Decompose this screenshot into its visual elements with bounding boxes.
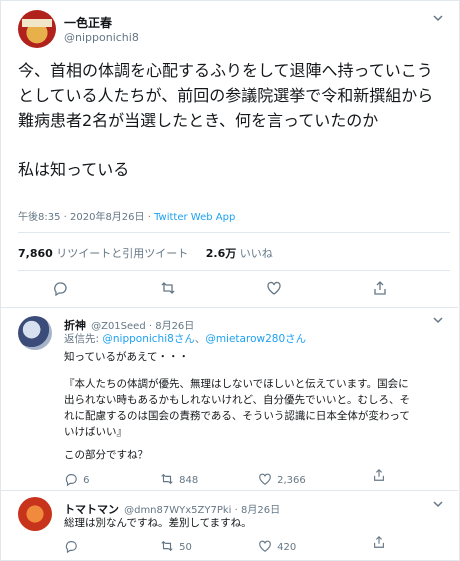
chevron-down-icon[interactable] bbox=[432, 12, 444, 24]
share-icon bbox=[374, 468, 384, 481]
divider bbox=[0, 490, 458, 491]
retweet-icon bbox=[161, 473, 173, 484]
retweet-button[interactable]: 50 bbox=[160, 535, 192, 554]
retweet-button[interactable]: 848 bbox=[160, 468, 198, 487]
client-app-link[interactable]: Twitter Web App bbox=[154, 212, 235, 223]
quote-line: 『本人たちの体調が優先、無理はしないでほしいと伝えています。国会に bbox=[64, 378, 409, 390]
timestamp[interactable]: 午後8:35 · 2020年8月26日 · bbox=[18, 212, 154, 223]
reply-avatar[interactable] bbox=[18, 497, 52, 531]
retweets-count: 7,860 bbox=[18, 247, 53, 260]
author-name[interactable]: 一色正春 bbox=[64, 14, 112, 31]
reply-count: 6 bbox=[83, 475, 90, 486]
quote-line: 出られない時もあるかもしれないけれど、自分優先でいいと。むしろ、そ bbox=[64, 394, 410, 406]
share-icon[interactable] bbox=[372, 280, 412, 296]
retweet-icon[interactable] bbox=[160, 280, 200, 296]
likes-stat[interactable]: 2.6万 いいね bbox=[206, 247, 273, 260]
reply-actions: 6 848 2,366 bbox=[0, 468, 460, 488]
retweet-stat[interactable]: 7,860 リツイートと引用ツイート bbox=[18, 247, 188, 260]
reply-button[interactable] bbox=[64, 535, 78, 554]
tweet-meta: 午後8:35 · 2020年8月26日 · Twitter Web App bbox=[18, 208, 235, 223]
tweet-stats: 7,860 リツイートと引用ツイート 2.6万 いいね bbox=[18, 245, 273, 261]
like-button[interactable]: 2,366 bbox=[258, 468, 306, 487]
likes-label: いいね bbox=[239, 247, 273, 260]
retweet-count: 50 bbox=[179, 542, 192, 553]
reply-actions: 50 420 bbox=[0, 535, 460, 555]
divider bbox=[18, 232, 450, 233]
reply-icon bbox=[65, 473, 77, 486]
mention-link[interactable]: @nipponichi8さん bbox=[102, 333, 194, 345]
reply-icon bbox=[65, 540, 77, 553]
reply-to: 返信先: @nipponichi8さん、@mietarow280さん bbox=[64, 331, 306, 346]
quoted-text: 『本人たちの体調が優先、無理はしないでほしいと伝えています。国会に 出られない時… bbox=[64, 376, 454, 440]
mention-link[interactable]: @mietarow280さん bbox=[205, 333, 306, 345]
reply-button[interactable]: 6 bbox=[64, 468, 89, 487]
tweet-actions bbox=[0, 280, 460, 300]
share-button[interactable] bbox=[372, 535, 386, 549]
share-icon bbox=[374, 535, 384, 548]
likes-count: 2.6万 bbox=[205, 247, 237, 260]
like-count: 420 bbox=[277, 542, 297, 553]
like-icon bbox=[259, 540, 271, 552]
reply-to-prefix: 返信先: bbox=[64, 333, 103, 345]
quote-line: れに配慮するのは国会の責務である、そういう認識に日本全体が変わって bbox=[64, 410, 410, 422]
chevron-down-icon[interactable] bbox=[432, 314, 444, 326]
like-button[interactable]: 420 bbox=[258, 535, 296, 554]
retweet-count: 848 bbox=[179, 475, 199, 486]
tweet-paragraph: 今、首相の体調を心配するふりをして退陣へ持っていこうとしている人たちが、前回の参… bbox=[18, 61, 434, 130]
reply-avatar[interactable] bbox=[18, 316, 52, 350]
like-icon bbox=[259, 473, 271, 485]
chevron-down-icon[interactable] bbox=[432, 498, 444, 510]
author-handle[interactable]: @nipponichi8 bbox=[64, 31, 139, 44]
reply-text-line: この部分ですね？ bbox=[64, 449, 148, 461]
share-button[interactable] bbox=[372, 468, 386, 482]
divider bbox=[18, 270, 450, 271]
reply-to-separator: 、 bbox=[194, 333, 206, 345]
reply-text-line: 知っているがあえて・・・ bbox=[64, 351, 189, 363]
tweet-paragraph: 私は知っている bbox=[18, 160, 130, 179]
reply-icon[interactable] bbox=[52, 280, 92, 296]
retweets-label: リツイートと引用ツイート bbox=[56, 247, 189, 260]
divider bbox=[0, 307, 458, 308]
quote-line: いけばいい』 bbox=[64, 426, 127, 438]
author-avatar[interactable] bbox=[18, 10, 56, 48]
tweet-text: 今、首相の体調を心配するふりをして退陣へ持っていこうとしている人たちが、前回の参… bbox=[18, 58, 448, 182]
like-icon[interactable] bbox=[266, 280, 306, 296]
retweet-icon bbox=[161, 540, 173, 551]
reply-text-line: 総理は別なんですね。差別してますね。 bbox=[64, 517, 252, 529]
like-count: 2,366 bbox=[277, 475, 306, 486]
